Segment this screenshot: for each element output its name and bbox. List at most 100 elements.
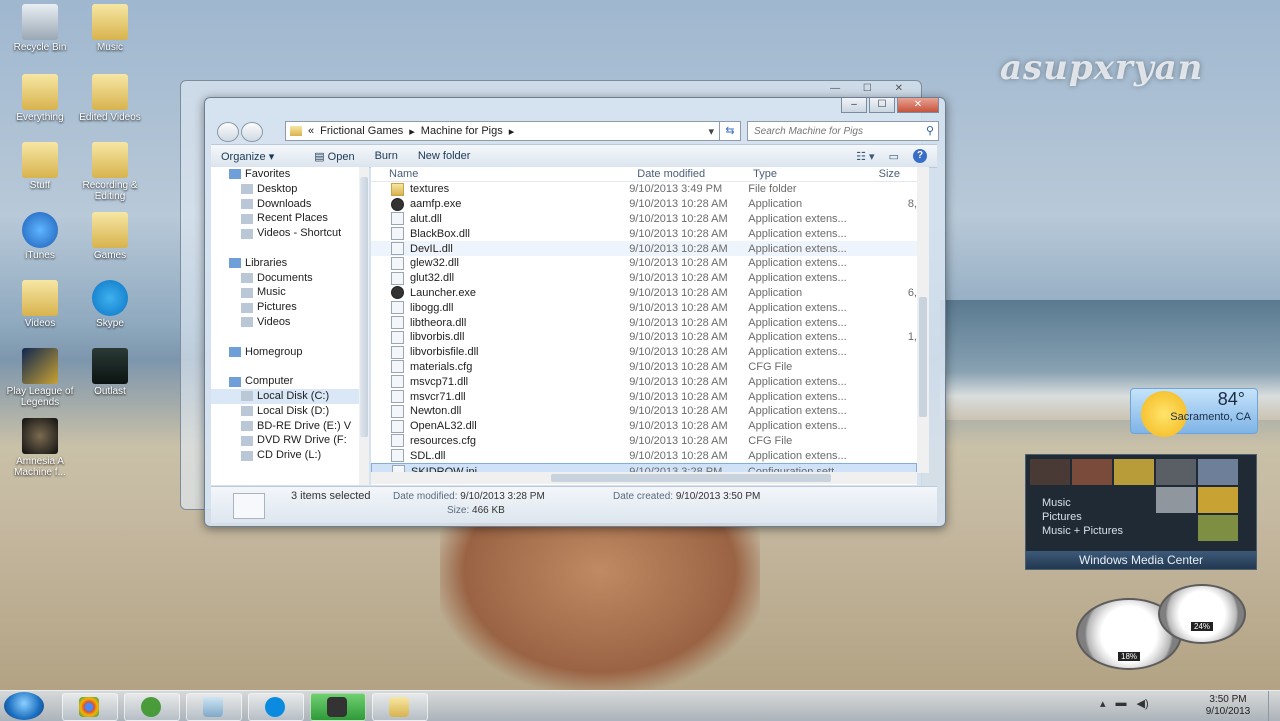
taskbar-chrome[interactable] xyxy=(62,693,118,721)
file-row[interactable]: textures 9/10/2013 3:49 PM File folder xyxy=(371,182,917,197)
file-row[interactable]: Launcher.exe 9/10/2013 10:28 AM Applicatio… xyxy=(371,286,917,301)
taskbar-skype[interactable] xyxy=(248,693,304,721)
nav-item-recent-places[interactable]: Recent Places xyxy=(211,211,359,226)
taskbar-gadget[interactable] xyxy=(186,693,242,721)
open-button[interactable]: ▤ Open xyxy=(304,150,364,163)
media-center-item-pictures[interactable]: Pictures xyxy=(1042,511,1082,523)
desktop-icon-videos[interactable]: Videos xyxy=(0,280,80,329)
network-icon[interactable]: ▬ xyxy=(1116,697,1127,710)
desktop-icon-everything[interactable]: Everything xyxy=(0,74,80,123)
media-tile[interactable] xyxy=(1198,487,1238,513)
column-date-modified[interactable]: Date modified xyxy=(619,167,735,181)
breadcrumb-frictional-games[interactable]: Frictional Games xyxy=(320,125,403,137)
horizontal-scroll-thumb[interactable] xyxy=(551,474,831,482)
volume-icon[interactable]: ◀) xyxy=(1137,697,1149,710)
nav-item-local-disk-c[interactable]: Local Disk (C:) xyxy=(211,388,359,404)
media-tile[interactable] xyxy=(1156,487,1196,513)
file-row[interactable]: materials.cfg 9/10/2013 10:28 AM CFG File xyxy=(371,360,917,375)
file-row[interactable]: alut.dll 9/10/2013 10:28 AM Application ex… xyxy=(371,212,917,227)
forward-button[interactable] xyxy=(241,122,263,142)
search-icon[interactable]: ⚲ xyxy=(926,124,934,137)
file-row[interactable]: libtheora.dll 9/10/2013 10:28 AM Applicati… xyxy=(371,315,917,330)
media-tile[interactable] xyxy=(1030,459,1070,485)
desktop-icon-stuff[interactable]: Stuff xyxy=(0,142,80,191)
address-dropdown-icon[interactable]: ▾ xyxy=(708,125,714,138)
desktop-icon-recycle-bin[interactable]: Recycle Bin xyxy=(0,4,80,53)
address-bar[interactable]: « Frictional Games ▸ Machine for Pigs ▸ … xyxy=(285,121,721,141)
taskbar-utorrent[interactable] xyxy=(124,693,180,721)
desktop-icon-itunes[interactable]: iTunes xyxy=(0,212,80,261)
navigation-scrollbar[interactable] xyxy=(359,167,369,485)
file-row[interactable]: resources.cfg 9/10/2013 10:28 AM CFG File xyxy=(371,434,917,449)
taskbar-clock[interactable]: 3:50 PM 9/10/2013 xyxy=(1196,694,1260,718)
desktop-icon-skype[interactable]: Skype xyxy=(70,280,150,329)
file-row[interactable]: libvorbisfile.dll 9/10/2013 10:28 AM Appli… xyxy=(371,345,917,360)
file-row[interactable]: aamfp.exe 9/10/2013 10:28 AM Application 8, xyxy=(371,197,917,212)
file-row[interactable]: BlackBox.dll 9/10/2013 10:28 AM Applicatio… xyxy=(371,226,917,241)
desktop-icon-amnesia-a-machine-f[interactable]: Amnesia A Machine f... xyxy=(0,418,80,478)
refresh-button[interactable]: ⇆ xyxy=(719,121,741,141)
file-row[interactable]: msvcr71.dll 9/10/2013 10:28 AM Application… xyxy=(371,389,917,404)
file-row[interactable]: Newton.dll 9/10/2013 10:28 AM Application … xyxy=(371,404,917,419)
media-center-title[interactable]: Windows Media Center xyxy=(1026,551,1256,569)
file-row[interactable]: DevIL.dll 9/10/2013 10:28 AM Application e… xyxy=(371,241,917,256)
help-icon[interactable]: ? xyxy=(913,149,927,163)
media-tile[interactable] xyxy=(1198,459,1238,485)
desktop-icon-recording-editing[interactable]: Recording & Editing xyxy=(70,142,150,202)
breadcrumb-machine-for-pigs[interactable]: Machine for Pigs xyxy=(421,125,503,137)
nav-item-downloads[interactable]: Downloads xyxy=(211,197,359,212)
explorer-window[interactable]: – ☐ ✕ « Frictional Games ▸ Machine for P… xyxy=(204,97,946,527)
media-tile[interactable] xyxy=(1156,459,1196,485)
nav-item-documents[interactable]: Documents xyxy=(211,271,359,286)
media-center-item-music[interactable]: Music xyxy=(1042,497,1071,509)
weather-gadget[interactable]: 84° Sacramento, CA xyxy=(1130,388,1258,437)
file-row[interactable]: libvorbis.dll 9/10/2013 10:28 AM Applicati… xyxy=(371,330,917,345)
search-box[interactable]: ⚲ xyxy=(747,121,939,141)
back-button[interactable] xyxy=(217,122,239,142)
search-input[interactable] xyxy=(748,122,916,140)
column-name[interactable]: Name xyxy=(371,167,619,181)
desktop-icon-music[interactable]: Music xyxy=(70,4,150,53)
nav-item-desktop[interactable]: Desktop xyxy=(211,182,359,197)
nav-item-favorites[interactable]: Favorites xyxy=(211,167,359,182)
nav-item-libraries[interactable]: Libraries xyxy=(211,256,359,271)
file-list-scrollbar[interactable] xyxy=(917,167,929,473)
media-center-gadget[interactable]: Music Pictures Music + Pictures Windows … xyxy=(1025,454,1257,570)
nav-item-videos[interactable]: Videos xyxy=(211,315,359,330)
file-row[interactable]: glut32.dll 9/10/2013 10:28 AM Application … xyxy=(371,271,917,286)
media-tile[interactable] xyxy=(1198,515,1238,541)
preview-pane-icon[interactable]: ▭ xyxy=(889,150,899,163)
show-hidden-icons-icon[interactable]: ▴ xyxy=(1100,697,1106,710)
desktop-icon-play-league-of-legends[interactable]: Play League of Legends xyxy=(0,348,80,408)
file-row[interactable]: libogg.dll 9/10/2013 10:28 AM Application … xyxy=(371,300,917,315)
file-list-scroll-thumb[interactable] xyxy=(919,297,927,417)
taskbar-explorer[interactable] xyxy=(372,693,428,721)
media-center-item-music-pictures[interactable]: Music + Pictures xyxy=(1042,525,1123,537)
nav-item-dvd-rw-drive-f[interactable]: DVD RW Drive (F: xyxy=(211,433,359,448)
media-tile[interactable] xyxy=(1114,459,1154,485)
burn-button[interactable]: Burn xyxy=(365,150,408,162)
nav-item-computer[interactable]: Computer xyxy=(211,374,359,389)
nav-item-local-disk-d[interactable]: Local Disk (D:) xyxy=(211,404,359,419)
taskbar-game[interactable] xyxy=(310,693,366,721)
nav-item-videos-shortcut[interactable]: Videos - Shortcut xyxy=(211,226,359,241)
nav-item-pictures[interactable]: Pictures xyxy=(211,300,359,315)
start-button[interactable] xyxy=(4,692,44,720)
show-desktop-button[interactable] xyxy=(1268,691,1280,721)
maximize-button[interactable]: ☐ xyxy=(869,98,895,113)
nav-item-cd-drive-l[interactable]: CD Drive (L:) xyxy=(211,448,359,463)
new-folder-button[interactable]: New folder xyxy=(408,150,481,162)
desktop-icon-games[interactable]: Games xyxy=(70,212,150,261)
breadcrumb-overflow[interactable]: « xyxy=(308,125,314,137)
nav-item-bd-re-drive-e-v[interactable]: BD-RE Drive (E:) V xyxy=(211,419,359,434)
minimize-button[interactable]: – xyxy=(841,98,867,113)
close-button[interactable]: ✕ xyxy=(897,98,939,113)
memory-meter-gauge[interactable]: 24% xyxy=(1158,584,1246,644)
column-size[interactable]: Size xyxy=(861,167,917,181)
horizontal-scrollbar[interactable] xyxy=(371,472,917,484)
column-type[interactable]: Type xyxy=(735,167,860,181)
file-row[interactable]: SDL.dll 9/10/2013 10:28 AM Application ext… xyxy=(371,448,917,463)
navigation-scroll-thumb[interactable] xyxy=(360,177,368,437)
file-row[interactable]: OpenAL32.dll 9/10/2013 10:28 AM Applicatio… xyxy=(371,419,917,434)
nav-item-homegroup[interactable]: Homegroup xyxy=(211,345,359,360)
